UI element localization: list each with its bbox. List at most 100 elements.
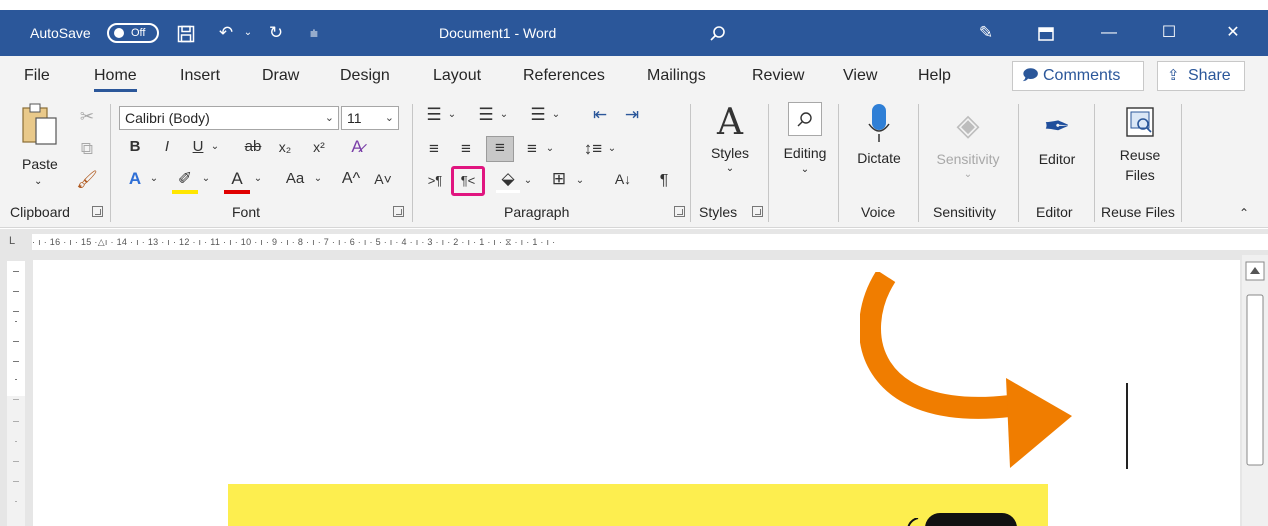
underline-dropdown-icon[interactable]: ⌄ (208, 136, 222, 158)
text-effects-icon[interactable]: A (122, 168, 148, 190)
font-color-icon[interactable]: A (224, 168, 250, 194)
increase-indent-icon[interactable]: ⇥ (620, 104, 644, 126)
maximize-icon[interactable]: ☐ (1140, 10, 1198, 56)
tab-view[interactable]: View (843, 56, 877, 96)
sensitivity-dropdown-icon: ⌄ (963, 169, 973, 180)
styles-dropdown-icon: ⌄ (725, 163, 735, 174)
borders-dropdown-icon[interactable]: ⌄ (574, 170, 586, 192)
line-spacing-icon[interactable]: ↕≡ (580, 138, 606, 160)
vertical-scrollbar[interactable] (1242, 255, 1268, 526)
font-group-label: Font (232, 204, 261, 220)
format-painter-icon[interactable]: 🖌 (76, 169, 98, 191)
styles-button[interactable]: A Styles ⌄ (700, 102, 760, 198)
editor-button[interactable]: ✒ Editor (1028, 102, 1086, 198)
tab-help[interactable]: Help (918, 56, 951, 96)
editing-button[interactable]: Editing ⌄ (776, 102, 834, 192)
yellow-note-box (228, 484, 1048, 526)
editor-group-label: Editor (1036, 204, 1073, 220)
redo-icon[interactable]: ↻ (262, 10, 290, 56)
ltr-text-direction-button[interactable]: >¶ (422, 170, 448, 192)
bullets-icon[interactable]: ☰ (422, 104, 446, 126)
editing-search-icon (788, 102, 822, 136)
paste-button[interactable]: Paste ⌄ (20, 102, 64, 188)
group-divider (690, 104, 691, 222)
clipboard-launcher-icon[interactable] (92, 206, 103, 217)
autosave-label: AutoSave (30, 25, 91, 41)
sensitivity-label: Sensitivity (936, 151, 1000, 167)
align-left-icon[interactable]: ≡ (422, 138, 446, 160)
grow-font-button[interactable]: A^ (338, 168, 364, 190)
clear-formatting-icon[interactable]: A̷ (344, 136, 370, 158)
line-spacing-dropdown-icon[interactable]: ⌄ (606, 138, 618, 160)
save-icon[interactable] (172, 10, 200, 56)
dictate-button[interactable]: Dictate (848, 102, 910, 198)
borders-icon[interactable]: ⊞ (546, 168, 572, 190)
strikethrough-button[interactable]: ab (240, 136, 266, 158)
designer-icon[interactable]: ✎ (972, 10, 1000, 56)
tab-review[interactable]: Review (752, 56, 804, 96)
numbering-dropdown-icon[interactable]: ⌄ (498, 104, 510, 126)
bullets-dropdown-icon[interactable]: ⌄ (446, 104, 458, 126)
shrink-font-button[interactable]: A˅ (370, 168, 396, 190)
tab-layout[interactable]: Layout (433, 56, 481, 96)
justify-dropdown-icon[interactable]: ⌄ (544, 138, 556, 160)
tab-insert[interactable]: Insert (180, 56, 220, 96)
search-icon[interactable] (704, 10, 732, 56)
sensitivity-button[interactable]: ◈ Sensitivity ⌄ (928, 102, 1008, 198)
shading-dropdown-icon[interactable]: ⌄ (522, 170, 534, 192)
tab-home[interactable]: Home (94, 56, 137, 96)
shading-icon[interactable]: ⬙ (496, 168, 520, 193)
tab-draw[interactable]: Draw (262, 56, 299, 96)
black-callout-pill (925, 513, 1017, 526)
font-launcher-icon[interactable] (393, 206, 404, 217)
text-effects-dropdown-icon[interactable]: ⌄ (148, 168, 160, 190)
tab-file[interactable]: File (24, 56, 50, 96)
change-case-dropdown-icon[interactable]: ⌄ (312, 168, 324, 190)
vertical-ruler[interactable] (7, 261, 25, 526)
tab-design[interactable]: Design (340, 56, 390, 96)
reuse-files-button[interactable]: Reuse Files (1104, 102, 1176, 198)
comments-button[interactable]: 🗩 Comments (1012, 61, 1144, 91)
styles-group-label: Styles (699, 204, 738, 220)
paragraph-launcher-icon[interactable] (674, 206, 685, 217)
subscript-button[interactable]: x₂ (272, 136, 298, 158)
highlight-dropdown-icon[interactable]: ⌄ (200, 168, 212, 190)
multilevel-dropdown-icon[interactable]: ⌄ (550, 104, 562, 126)
undo-icon[interactable]: ↶ (212, 10, 240, 56)
horizontal-ruler[interactable]: L · ı · 16 · ı · 15 ·△ı · 14 · ı · 13 · … (0, 229, 1268, 255)
underline-button[interactable]: U (188, 136, 208, 158)
share-button[interactable]: ⇪ Share (1157, 61, 1245, 91)
change-case-button[interactable]: Aa (278, 168, 312, 190)
close-icon[interactable]: ✕ (1204, 10, 1262, 56)
justify-icon[interactable]: ≡ (520, 138, 544, 160)
styles-launcher-icon[interactable] (752, 206, 763, 217)
customize-toolbar-icon[interactable]: ⩧ (302, 10, 326, 56)
tab-selector[interactable]: L (9, 235, 15, 247)
bold-button[interactable]: B (125, 136, 145, 158)
ribbon-display-icon[interactable] (1032, 10, 1060, 56)
align-right-icon[interactable]: ≡ (486, 136, 514, 162)
font-size-value: 11 (347, 110, 362, 126)
show-marks-button[interactable]: ¶ (652, 170, 676, 192)
font-name-combo[interactable]: Calibri (Body) ⌄ (119, 106, 339, 130)
multilevel-list-icon[interactable]: ☰ (526, 104, 550, 126)
font-name-dropdown-icon: ⌄ (324, 112, 334, 124)
center-icon[interactable]: ≡ (454, 138, 478, 160)
sort-icon[interactable]: A↓ (610, 168, 636, 190)
tab-references[interactable]: References (523, 56, 605, 96)
italic-button[interactable]: I (157, 136, 177, 158)
numbering-icon[interactable]: ☰ (474, 104, 498, 126)
tab-mailings[interactable]: Mailings (647, 56, 706, 96)
autosave-toggle[interactable]: Off (107, 23, 159, 43)
minimize-icon[interactable]: — (1080, 10, 1138, 56)
cut-icon[interactable]: ✂ (76, 106, 98, 128)
font-color-dropdown-icon[interactable]: ⌄ (252, 168, 264, 190)
highlight-color-icon[interactable]: ✐ (172, 168, 198, 194)
decrease-indent-icon[interactable]: ⇤ (588, 104, 612, 126)
collapse-ribbon-icon[interactable]: ⌃ (1234, 202, 1254, 224)
undo-dropdown-icon[interactable]: ⌄ (240, 10, 256, 56)
superscript-button[interactable]: x² (306, 136, 332, 158)
clipboard-group-label: Clipboard (10, 204, 70, 220)
font-size-combo[interactable]: 11 ⌄ (341, 106, 399, 130)
copy-icon[interactable]: ⧉ (76, 138, 98, 160)
